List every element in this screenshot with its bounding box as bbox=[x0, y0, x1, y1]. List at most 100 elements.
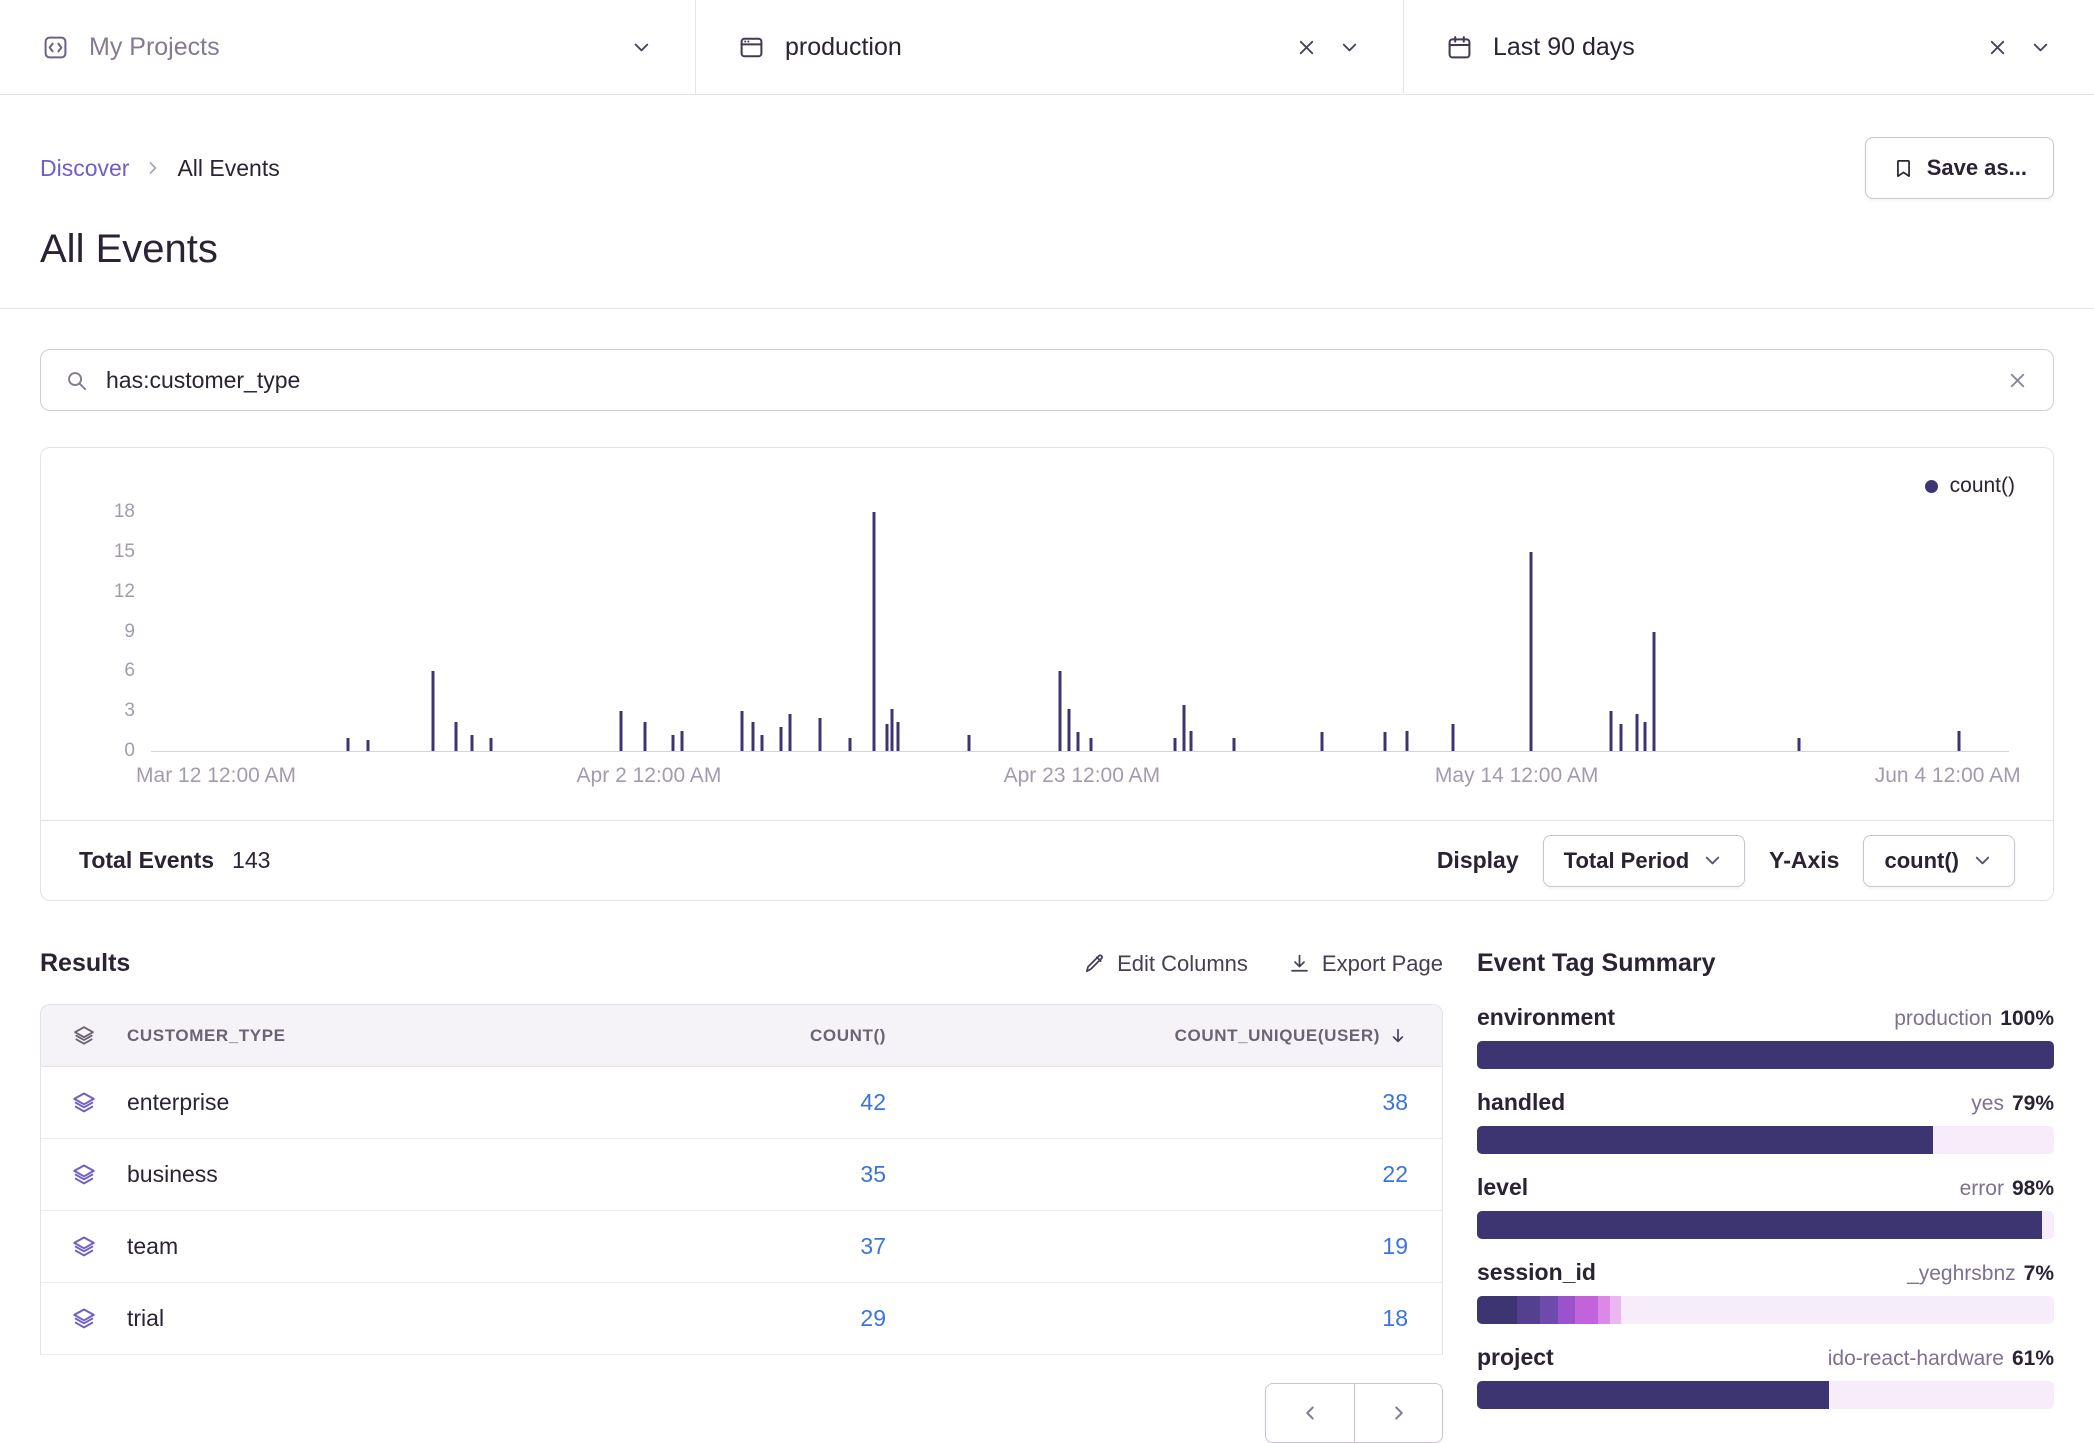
layers-icon bbox=[71, 1090, 97, 1116]
tag-bar[interactable] bbox=[1477, 1296, 2054, 1324]
y-tick-label: 3 bbox=[124, 700, 135, 722]
edit-columns-button[interactable]: Edit Columns bbox=[1083, 951, 1248, 977]
export-page-button[interactable]: Export Page bbox=[1288, 951, 1443, 977]
tag-bar-segment bbox=[1517, 1296, 1540, 1324]
chart-bar bbox=[789, 714, 792, 751]
chart-bar bbox=[1183, 705, 1186, 751]
edit-columns-label: Edit Columns bbox=[1117, 951, 1248, 977]
breadcrumb-row: Discover All Events Save as... bbox=[0, 95, 2094, 199]
table-row[interactable]: enterprise 42 38 bbox=[41, 1067, 1442, 1139]
clear-environment-icon[interactable] bbox=[1295, 36, 1318, 59]
results-table-header: CUSTOMER_TYPE COUNT() COUNT_UNIQUE(USER) bbox=[41, 1005, 1442, 1067]
column-header-count[interactable]: COUNT() bbox=[562, 1026, 922, 1046]
tag-bar-segment bbox=[1477, 1381, 1829, 1409]
y-tick-label: 6 bbox=[124, 660, 135, 682]
chart-bar bbox=[367, 740, 370, 751]
count-link[interactable]: 35 bbox=[860, 1161, 886, 1187]
chart-bar bbox=[818, 718, 821, 751]
chevron-down-icon[interactable] bbox=[630, 36, 653, 59]
table-row[interactable]: trial 29 18 bbox=[41, 1283, 1442, 1355]
event-tag-summary: Event Tag Summary environment production… bbox=[1477, 949, 2054, 1409]
legend-label: count() bbox=[1950, 474, 2015, 498]
display-dropdown[interactable]: Total Period bbox=[1543, 835, 1746, 887]
tag-bar-segment bbox=[1540, 1296, 1557, 1324]
yaxis-value: count() bbox=[1884, 848, 1959, 874]
pagination-next-button[interactable] bbox=[1354, 1384, 1442, 1442]
pagination-prev-button[interactable] bbox=[1266, 1384, 1354, 1442]
chart-bar bbox=[1530, 552, 1533, 751]
x-tick-label: Mar 12 12:00 AM bbox=[136, 764, 296, 788]
column-header-customer-type[interactable]: CUSTOMER_TYPE bbox=[127, 1026, 562, 1046]
download-icon bbox=[1288, 952, 1311, 975]
chart-bar bbox=[1610, 711, 1613, 751]
tag-bar[interactable] bbox=[1477, 1126, 2054, 1154]
y-tick-label: 18 bbox=[114, 501, 135, 523]
table-row[interactable]: team 37 19 bbox=[41, 1211, 1442, 1283]
sort-descending-icon bbox=[1388, 1026, 1408, 1046]
column-header-count-unique[interactable]: COUNT_UNIQUE(USER) bbox=[922, 1026, 1442, 1046]
project-selector-label: My Projects bbox=[89, 33, 220, 62]
chart-bar bbox=[1406, 731, 1409, 751]
customer-type-cell: business bbox=[127, 1161, 562, 1188]
chevron-down-icon[interactable] bbox=[1338, 36, 1361, 59]
tag-name: level bbox=[1477, 1174, 1528, 1201]
total-events-value: 143 bbox=[232, 847, 270, 874]
environment-selector[interactable]: production bbox=[695, 0, 1403, 94]
tag-bar-segment bbox=[1477, 1126, 1933, 1154]
search-input[interactable] bbox=[106, 367, 1988, 394]
chart-bar bbox=[848, 738, 851, 751]
table-row[interactable]: business 35 22 bbox=[41, 1139, 1442, 1211]
chart-bar bbox=[779, 727, 782, 751]
chart-plot[interactable]: 0369121518 bbox=[151, 512, 2009, 752]
tag-summary-item: environment production100% bbox=[1477, 1004, 2054, 1069]
count-link[interactable]: 42 bbox=[860, 1089, 886, 1115]
save-as-button[interactable]: Save as... bbox=[1865, 137, 2054, 199]
chart-bar bbox=[1190, 731, 1193, 751]
tag-top-value: yes bbox=[1971, 1092, 2004, 1115]
clear-date-range-icon[interactable] bbox=[1986, 36, 2009, 59]
count-unique-link[interactable]: 19 bbox=[1382, 1233, 1408, 1260]
chart-bar bbox=[891, 709, 894, 751]
chart-legend[interactable]: count() bbox=[1925, 474, 2015, 498]
chevron-down-icon bbox=[1701, 849, 1724, 872]
save-as-label: Save as... bbox=[1927, 155, 2027, 181]
tag-bar[interactable] bbox=[1477, 1211, 2054, 1239]
results-section: Results Edit Columns Export Page bbox=[40, 949, 1443, 1443]
chart-bar bbox=[346, 738, 349, 751]
count-unique-link[interactable]: 18 bbox=[1382, 1305, 1408, 1332]
header-divider bbox=[0, 308, 2094, 309]
customer-type-cell: team bbox=[127, 1233, 562, 1260]
tag-bar-segment bbox=[1477, 1041, 2054, 1069]
customer-type-cell: trial bbox=[127, 1305, 562, 1332]
chart-bar bbox=[896, 722, 899, 751]
tag-summary-item: session_id _yeghrsbnz7% bbox=[1477, 1259, 2054, 1324]
clear-search-icon[interactable] bbox=[2006, 369, 2029, 392]
count-unique-link[interactable]: 22 bbox=[1382, 1161, 1408, 1188]
chevron-right-icon bbox=[1388, 1402, 1410, 1424]
search-bar bbox=[40, 349, 2054, 411]
date-range-selector[interactable]: Last 90 days bbox=[1403, 0, 2094, 94]
tag-name: project bbox=[1477, 1344, 1554, 1371]
chart-bar bbox=[1233, 738, 1236, 751]
project-selector[interactable]: My Projects bbox=[0, 0, 695, 94]
count-unique-link[interactable]: 38 bbox=[1382, 1089, 1408, 1116]
count-link[interactable]: 29 bbox=[860, 1305, 886, 1331]
chart-bar bbox=[761, 735, 764, 751]
tag-top-value: ido-react-hardware bbox=[1828, 1347, 2004, 1370]
tag-bar[interactable] bbox=[1477, 1381, 2054, 1409]
tag-bar-segment bbox=[1575, 1296, 1598, 1324]
count-link[interactable]: 37 bbox=[860, 1233, 886, 1259]
pencil-icon bbox=[1083, 952, 1106, 975]
tag-summary-item: level error98% bbox=[1477, 1174, 2054, 1239]
breadcrumb-discover-link[interactable]: Discover bbox=[40, 155, 129, 182]
tag-bar[interactable] bbox=[1477, 1041, 2054, 1069]
chart-bar bbox=[885, 724, 888, 751]
yaxis-dropdown[interactable]: count() bbox=[1863, 835, 2015, 887]
tag-top-value: production bbox=[1894, 1007, 1992, 1030]
chart-bar bbox=[432, 671, 435, 751]
chevron-down-icon[interactable] bbox=[2029, 36, 2052, 59]
calendar-icon bbox=[1446, 34, 1473, 61]
chart-bar bbox=[644, 722, 647, 751]
tag-summary-item: handled yes79% bbox=[1477, 1089, 2054, 1154]
tag-summary-item: project ido-react-hardware61% bbox=[1477, 1344, 2054, 1409]
